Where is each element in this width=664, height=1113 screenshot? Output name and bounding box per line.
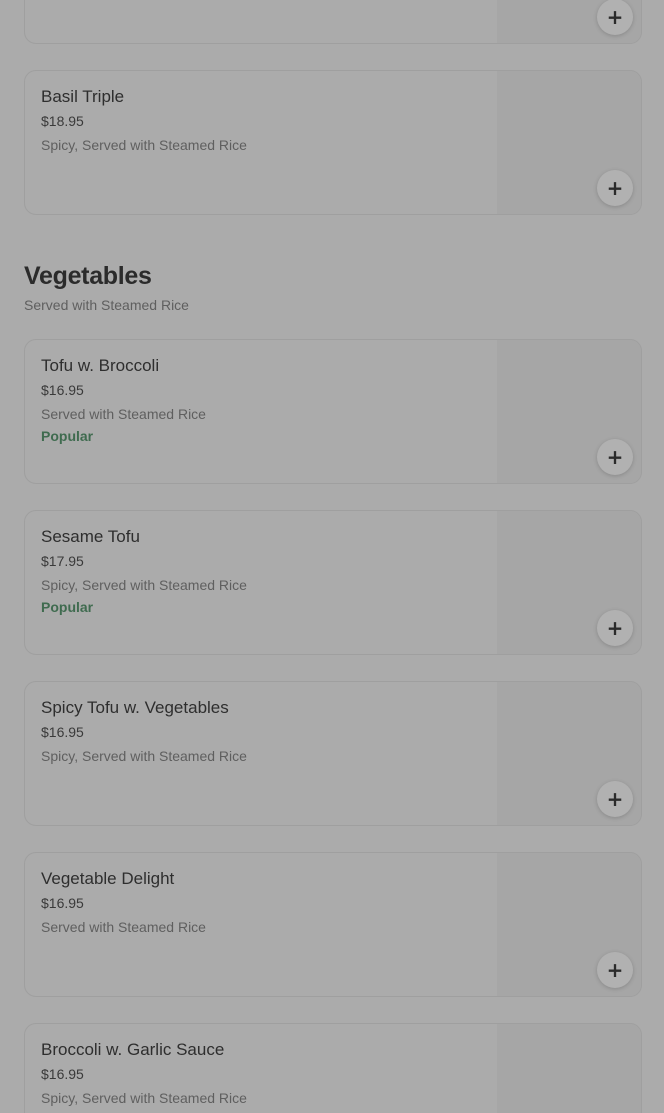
- menu-item-name: Tofu w. Broccoli: [41, 356, 160, 375]
- menu-item-card-broccoli-garlic-sauce[interactable]: Broccoli w. Garlic Sauce $16.95 Spicy, S…: [24, 1023, 642, 1113]
- menu-item-name: Broccoli w. Garlic Sauce: [41, 1040, 225, 1059]
- menu-item-description: Spicy, Served with Steamed Rice: [41, 137, 247, 153]
- add-item-button[interactable]: +: [597, 610, 633, 646]
- menu-item-description: Spicy, Served with Steamed Rice: [41, 577, 247, 593]
- menu-item-name: Spicy Tofu w. Vegetables: [41, 698, 229, 717]
- menu-item-price: $16.95: [41, 382, 84, 398]
- add-item-button[interactable]: +: [597, 170, 633, 206]
- menu-item-description: Spicy, Served with Steamed Rice: [41, 1090, 247, 1106]
- menu-page: + Basil Triple $18.95 Spicy, Served with…: [0, 0, 664, 1113]
- section-title: Vegetables: [24, 262, 152, 290]
- add-item-button[interactable]: +: [597, 439, 633, 475]
- plus-icon: +: [606, 176, 624, 200]
- plus-icon: +: [606, 958, 624, 982]
- menu-item-price: $16.95: [41, 724, 84, 740]
- plus-icon: +: [606, 445, 624, 469]
- plus-icon: +: [606, 5, 624, 29]
- menu-item-description: Served with Steamed Rice: [41, 406, 206, 422]
- menu-item-card-spicy-tofu-vegetables[interactable]: Spicy Tofu w. Vegetables $16.95 Spicy, S…: [24, 681, 642, 826]
- plus-icon: +: [606, 787, 624, 811]
- menu-item-card-sesame-tofu[interactable]: Sesame Tofu $17.95 Spicy, Served with St…: [24, 510, 642, 655]
- menu-item-name: Sesame Tofu: [41, 527, 140, 546]
- menu-item-description: Served with Steamed Rice: [41, 919, 206, 935]
- menu-item-card-vegetable-delight[interactable]: Vegetable Delight $16.95 Served with Ste…: [24, 852, 642, 997]
- section-subtitle: Served with Steamed Rice: [24, 297, 189, 313]
- plus-icon: +: [606, 616, 624, 640]
- menu-item-image: [497, 1024, 641, 1113]
- add-item-button[interactable]: +: [597, 781, 633, 817]
- add-item-button[interactable]: +: [597, 0, 633, 35]
- menu-item-card-basil-triple[interactable]: Basil Triple $18.95 Spicy, Served with S…: [24, 70, 642, 215]
- menu-item-description: Spicy, Served with Steamed Rice: [41, 748, 247, 764]
- menu-item-price: $17.95: [41, 553, 84, 569]
- menu-item-price: $16.95: [41, 1066, 84, 1082]
- add-item-button[interactable]: +: [597, 952, 633, 988]
- menu-item-name: Basil Triple: [41, 87, 125, 106]
- menu-item-price: $18.95: [41, 113, 84, 129]
- menu-item-name: Vegetable Delight: [41, 869, 175, 888]
- popular-badge: Popular: [41, 428, 94, 444]
- menu-item-card-tofu-broccoli[interactable]: Tofu w. Broccoli $16.95 Served with Stea…: [24, 339, 642, 484]
- menu-item-card[interactable]: +: [24, 0, 642, 44]
- menu-item-price: $16.95: [41, 895, 84, 911]
- popular-badge: Popular: [41, 599, 94, 615]
